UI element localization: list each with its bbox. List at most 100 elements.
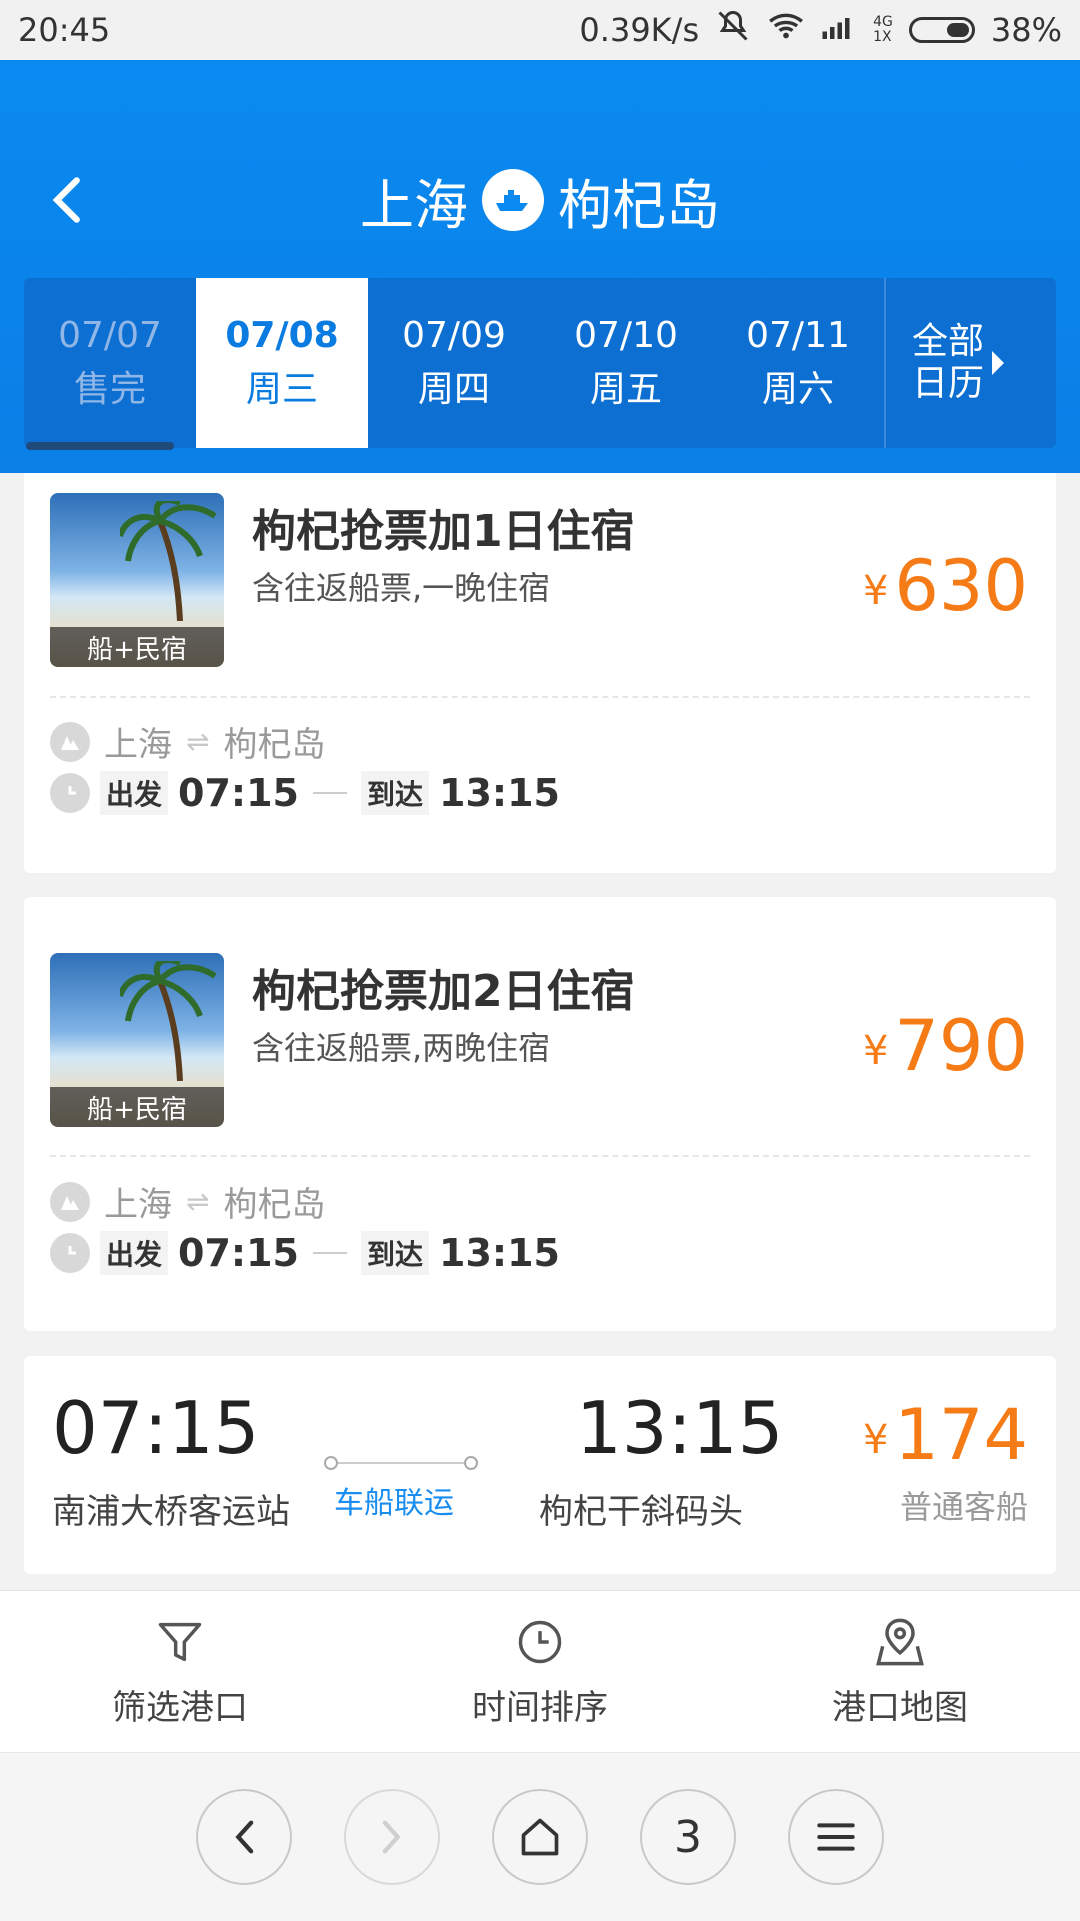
depart-time: 07:15	[178, 1231, 299, 1275]
map-label: 港口地图	[832, 1687, 968, 1728]
browser-forward-button[interactable]	[344, 1789, 440, 1885]
bottom-toolbar: 筛选港口 时间排序 港口地图	[0, 1590, 1080, 1753]
route-to: 枸杞岛	[223, 725, 326, 765]
all-calendar-button[interactable]: 全部 日历	[884, 278, 1030, 448]
network-1x: 1X	[873, 29, 892, 45]
title-from: 上海	[360, 173, 468, 237]
divider	[50, 1155, 1030, 1157]
currency-symbol: ¥	[862, 1416, 889, 1463]
arrive-label: 到达	[360, 771, 429, 815]
route-row: 上海 ⇌ 枸杞岛	[50, 717, 325, 766]
thumbnail-caption: 船+民宿	[50, 627, 224, 667]
date-text: 07/10	[574, 315, 678, 356]
route-icon	[50, 721, 90, 762]
package-price: ¥790	[863, 1005, 1028, 1087]
all-calendar-label: 全部 日历	[912, 321, 984, 405]
arrive-station: 枸杞干斜码头	[539, 1492, 743, 1532]
browser-tabs-button[interactable]: 3	[640, 1789, 736, 1885]
currency-symbol: ¥	[862, 1027, 889, 1074]
status-time: 20:45	[18, 11, 111, 49]
filter-port-button[interactable]: 筛选港口	[30, 1616, 330, 1729]
arrow-line	[312, 792, 347, 794]
swap-arrows-icon: ⇌	[186, 725, 210, 758]
chevron-right-icon	[382, 1820, 401, 1854]
sort-label: 时间排序	[472, 1687, 608, 1728]
port-map-button[interactable]: 港口地图	[750, 1616, 1050, 1729]
package-thumbnail: 船+民宿	[50, 493, 224, 667]
date-text: 07/08	[225, 315, 339, 356]
combo-transport-label: 车船联运	[334, 1486, 454, 1521]
package-title: 枸杞抢票加1日住宿	[252, 506, 635, 557]
header: 上海 枸杞岛 07/07 售完 07/08 周三 07/09 周四 07/10 …	[0, 60, 1080, 473]
price-value: 174	[894, 1394, 1028, 1476]
date-label: 周三	[245, 369, 318, 410]
divider	[50, 696, 1030, 698]
currency-symbol: ¥	[862, 567, 889, 614]
package-price: ¥630	[863, 545, 1028, 627]
caret-right-icon	[992, 351, 1004, 375]
ship-icon	[482, 169, 544, 231]
signal-icon	[821, 11, 857, 49]
date-selector: 07/07 售完 07/08 周三 07/09 周四 07/10 周五 07/1…	[24, 278, 1056, 450]
tab-count: 3	[674, 1811, 702, 1863]
date-label: 周五	[589, 369, 662, 410]
route-from: 上海	[104, 725, 172, 765]
clock-icon	[50, 773, 90, 813]
package-card[interactable]: 船+民宿 枸杞抢票加1日住宿 含往返船票,一晚住宿 ¥630 上海 ⇌ 枸杞岛 …	[24, 473, 1056, 873]
date-tab[interactable]: 07/10 周五	[540, 278, 712, 448]
depart-time: 07:15	[52, 1386, 260, 1470]
mute-icon	[715, 8, 751, 52]
network-type: 4G 1X	[873, 15, 893, 45]
date-tab[interactable]: 07/11 周六	[712, 278, 884, 448]
time-sort-button[interactable]: 时间排序	[390, 1616, 690, 1729]
time-row: 出发 07:15 到达 13:15	[50, 1231, 560, 1275]
schedule-card[interactable]: 07:15 南浦大桥客运站 车船联运 13:15 枸杞干斜码头 ¥174 普通客…	[24, 1356, 1056, 1574]
depart-station: 南浦大桥客运站	[52, 1492, 290, 1532]
filter-icon	[158, 1622, 202, 1661]
date-tab[interactable]: 07/09 周四	[368, 278, 540, 448]
connector-dot-end	[464, 1456, 478, 1470]
depart-time: 07:15	[178, 771, 299, 815]
package-title: 枸杞抢票加2日住宿	[252, 966, 635, 1017]
chevron-left-icon	[235, 1820, 254, 1854]
date-label: 周四	[417, 369, 490, 410]
schedule-price: ¥174	[863, 1394, 1028, 1476]
connector-dot-start	[324, 1456, 338, 1470]
thumbnail-caption: 船+民宿	[50, 1087, 224, 1127]
route-icon	[50, 1181, 90, 1222]
date-tab-active[interactable]: 07/08 周三	[196, 278, 368, 448]
wifi-icon	[767, 10, 805, 50]
route-from: 上海	[104, 1185, 172, 1225]
time-row: 出发 07:15 到达 13:15	[50, 771, 560, 815]
filter-label: 筛选港口	[112, 1687, 248, 1728]
ship-type: 普通客船	[899, 1488, 1028, 1526]
battery-icon	[908, 17, 975, 43]
depart-label: 出发	[100, 771, 169, 815]
browser-home-button[interactable]	[492, 1789, 588, 1885]
all-calendar-line1: 全部	[911, 321, 984, 362]
date-label: 售完	[73, 369, 146, 410]
home-icon	[521, 1818, 559, 1856]
connector-line	[330, 1462, 470, 1464]
package-card[interactable]: 船+民宿 枸杞抢票加2日住宿 含往返船票,两晚住宿 ¥790 上海 ⇌ 枸杞岛 …	[24, 897, 1056, 1331]
title-to: 枸杞岛	[558, 173, 720, 237]
price-value: 630	[894, 545, 1028, 627]
date-text: 07/09	[402, 315, 506, 356]
date-text: 07/07	[58, 315, 162, 356]
route-row: 上海 ⇌ 枸杞岛	[50, 1177, 325, 1226]
clock-icon	[518, 1620, 562, 1663]
arrive-time: 13:15	[439, 1231, 560, 1275]
date-text: 07/11	[746, 315, 850, 356]
hamburger-menu-icon	[817, 1823, 855, 1851]
browser-menu-button[interactable]	[788, 1789, 884, 1885]
browser-back-button[interactable]	[196, 1789, 292, 1885]
arrow-line	[312, 1252, 347, 1254]
package-thumbnail: 船+民宿	[50, 953, 224, 1127]
arrive-time: 13:15	[576, 1386, 784, 1470]
date-tab[interactable]: 07/07 售完	[24, 278, 196, 450]
map-pin-icon	[876, 1618, 924, 1665]
status-bar: 20:45 0.39K/s 4G 1X 38%	[0, 0, 1080, 60]
package-subtitle: 含往返船票,两晚住宿	[252, 1029, 551, 1067]
clock-icon	[50, 1233, 90, 1273]
route-title: 上海 枸杞岛	[0, 155, 1080, 245]
